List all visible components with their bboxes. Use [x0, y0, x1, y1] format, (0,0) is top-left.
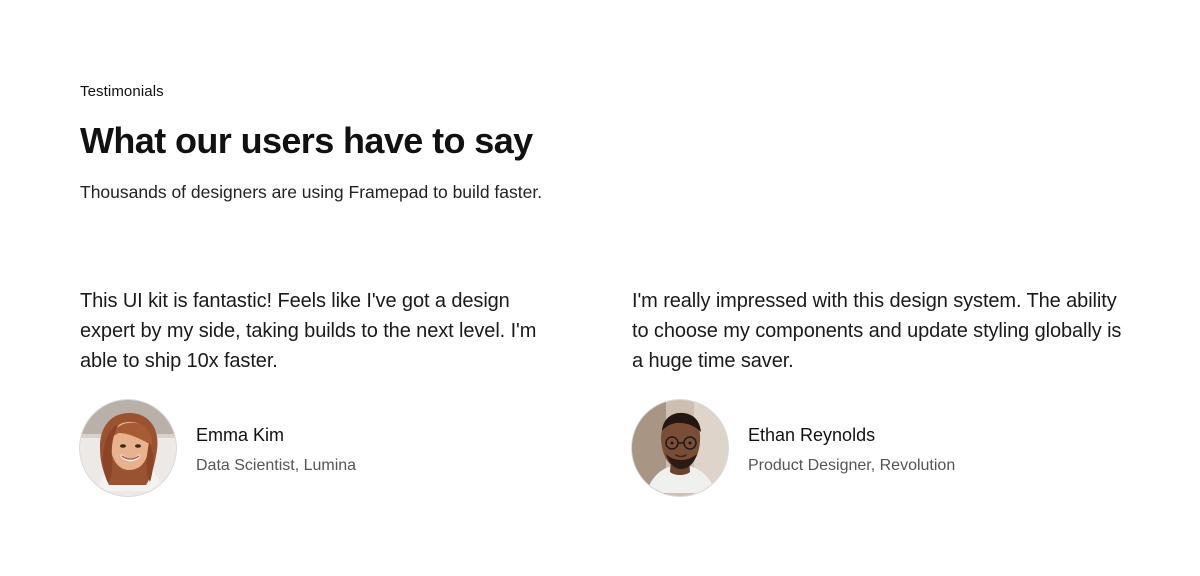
avatar-ethan-reynolds — [632, 400, 728, 496]
man-portrait-icon — [632, 400, 728, 496]
testimonial-author: Emma Kim Data Scientist, Lumina — [80, 400, 570, 496]
section-heading: What our users have to say — [80, 120, 533, 161]
testimonial-author: Ethan Reynolds Product Designer, Revolut… — [632, 400, 1122, 496]
author-role: Data Scientist, Lumina — [196, 457, 357, 474]
section-eyebrow: Testimonials — [80, 83, 164, 100]
avatar-emma-kim — [80, 400, 176, 496]
testimonial-quote: I'm really impressed with this design sy… — [632, 290, 1122, 372]
author-name: Ethan Reynolds — [748, 425, 876, 445]
woman-portrait-icon — [80, 400, 176, 496]
testimonial-card-ethan-reynolds: I'm really impressed with this design sy… — [632, 286, 1122, 496]
testimonials-section: Testimonials What our users have to say … — [80, 0, 1122, 576]
testimonial-card-emma-kim: This UI kit is fantastic! Feels like I'v… — [80, 286, 570, 496]
section-subheading: Thousands of designers are using Framepa… — [80, 182, 543, 202]
testimonial-quote: This UI kit is fantastic! Feels like I'v… — [80, 290, 537, 372]
author-role: Product Designer, Revolution — [748, 457, 956, 474]
author-name: Emma Kim — [196, 425, 285, 445]
